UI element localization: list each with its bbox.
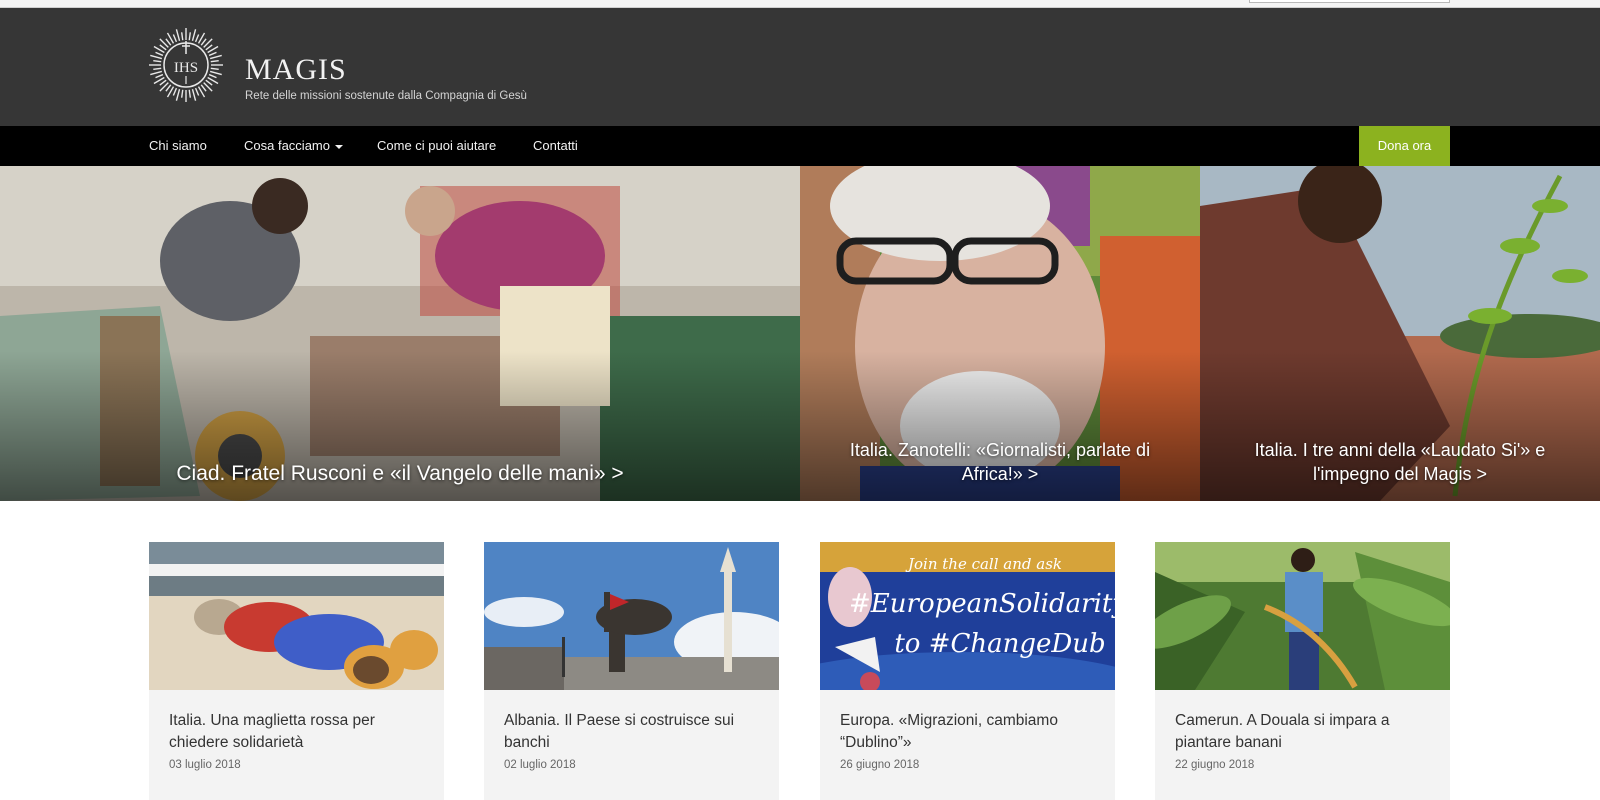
nav-label: Contatti bbox=[533, 138, 578, 153]
article-title[interactable]: Camerun. A Douala si impara a piantare b… bbox=[1175, 710, 1437, 754]
site-tagline: Rete delle missioni sostenute dalla Comp… bbox=[245, 90, 527, 102]
nav-label: Cosa facciamo bbox=[244, 138, 330, 153]
hero-slide-rusconi[interactable]: Ciad. Fratel Rusconi e «il Vangelo delle… bbox=[0, 166, 800, 501]
nav-item-cosa-facciamo[interactable]: Cosa facciamo bbox=[244, 126, 343, 166]
article-card[interactable]: Italia. Una maglietta rossa per chiedere… bbox=[149, 542, 444, 800]
article-title[interactable]: Italia. Una maglietta rossa per chiedere… bbox=[169, 710, 431, 754]
site-title[interactable]: MAGIS bbox=[245, 53, 347, 87]
hero-slide-laudato-si[interactable]: Italia. I tre anni della «Laudato Si'» e… bbox=[1200, 166, 1600, 501]
svg-text:to #ChangeDub: to #ChangeDub bbox=[894, 629, 1105, 659]
search-input[interactable] bbox=[1249, 0, 1450, 3]
article-date: 02 luglio 2018 bbox=[504, 759, 576, 771]
donate-button[interactable]: Dona ora bbox=[1359, 126, 1450, 166]
article-thumbnail-solidarity-banner: Join the call and ask #EuropeanSolidarit… bbox=[820, 542, 1115, 690]
article-title[interactable]: Albania. Il Paese si costruisce sui banc… bbox=[504, 710, 766, 754]
nav-item-chi-siamo[interactable]: Chi siamo bbox=[149, 126, 207, 166]
nav-label: Chi siamo bbox=[149, 138, 207, 153]
article-card[interactable]: Join the call and ask #EuropeanSolidarit… bbox=[820, 542, 1115, 800]
nav-item-contatti[interactable]: Contatti bbox=[533, 126, 578, 166]
hero-caption[interactable]: Italia. I tre anni della «Laudato Si'» e… bbox=[1200, 438, 1600, 486]
hero-slide-zanotelli[interactable]: Italia. Zanotelli: «Giornalisti, parlate… bbox=[800, 166, 1200, 501]
top-strip bbox=[0, 0, 1600, 8]
article-date: 22 giugno 2018 bbox=[1175, 759, 1255, 771]
article-thumbnail-banana-farm bbox=[1155, 542, 1450, 690]
nav-item-come-ci-puoi-aiutare[interactable]: Come ci puoi aiutare bbox=[377, 126, 496, 166]
hero-caption[interactable]: Ciad. Fratel Rusconi e «il Vangelo delle… bbox=[0, 462, 800, 486]
ihs-logo-icon[interactable]: IHS bbox=[148, 27, 224, 103]
svg-text:Join the call and ask: Join the call and ask bbox=[905, 555, 1062, 573]
article-date: 03 luglio 2018 bbox=[169, 759, 241, 771]
hero-caption[interactable]: Italia. Zanotelli: «Giornalisti, parlate… bbox=[800, 438, 1200, 486]
caret-down-icon bbox=[334, 144, 343, 149]
article-date: 26 giugno 2018 bbox=[840, 759, 920, 771]
svg-text:IHS: IHS bbox=[174, 60, 198, 76]
nav-label: Come ci puoi aiutare bbox=[377, 138, 497, 153]
article-thumbnail-sand bbox=[149, 542, 444, 690]
article-card[interactable]: Albania. Il Paese si costruisce sui banc… bbox=[484, 542, 779, 800]
article-thumbnail-statue bbox=[484, 542, 779, 690]
article-card[interactable]: Camerun. A Douala si impara a piantare b… bbox=[1155, 542, 1450, 800]
main-navbar: Chi siamo Cosa facciamo Come ci puoi aiu… bbox=[0, 126, 1600, 166]
svg-text:#EuropeanSolidarity: #EuropeanSolidarity bbox=[849, 589, 1115, 619]
article-title[interactable]: Europa. «Migrazioni, cambiamo “Dublino”» bbox=[840, 710, 1102, 754]
site-header: IHS MAGIS Rete delle missioni sostenute … bbox=[0, 8, 1600, 126]
